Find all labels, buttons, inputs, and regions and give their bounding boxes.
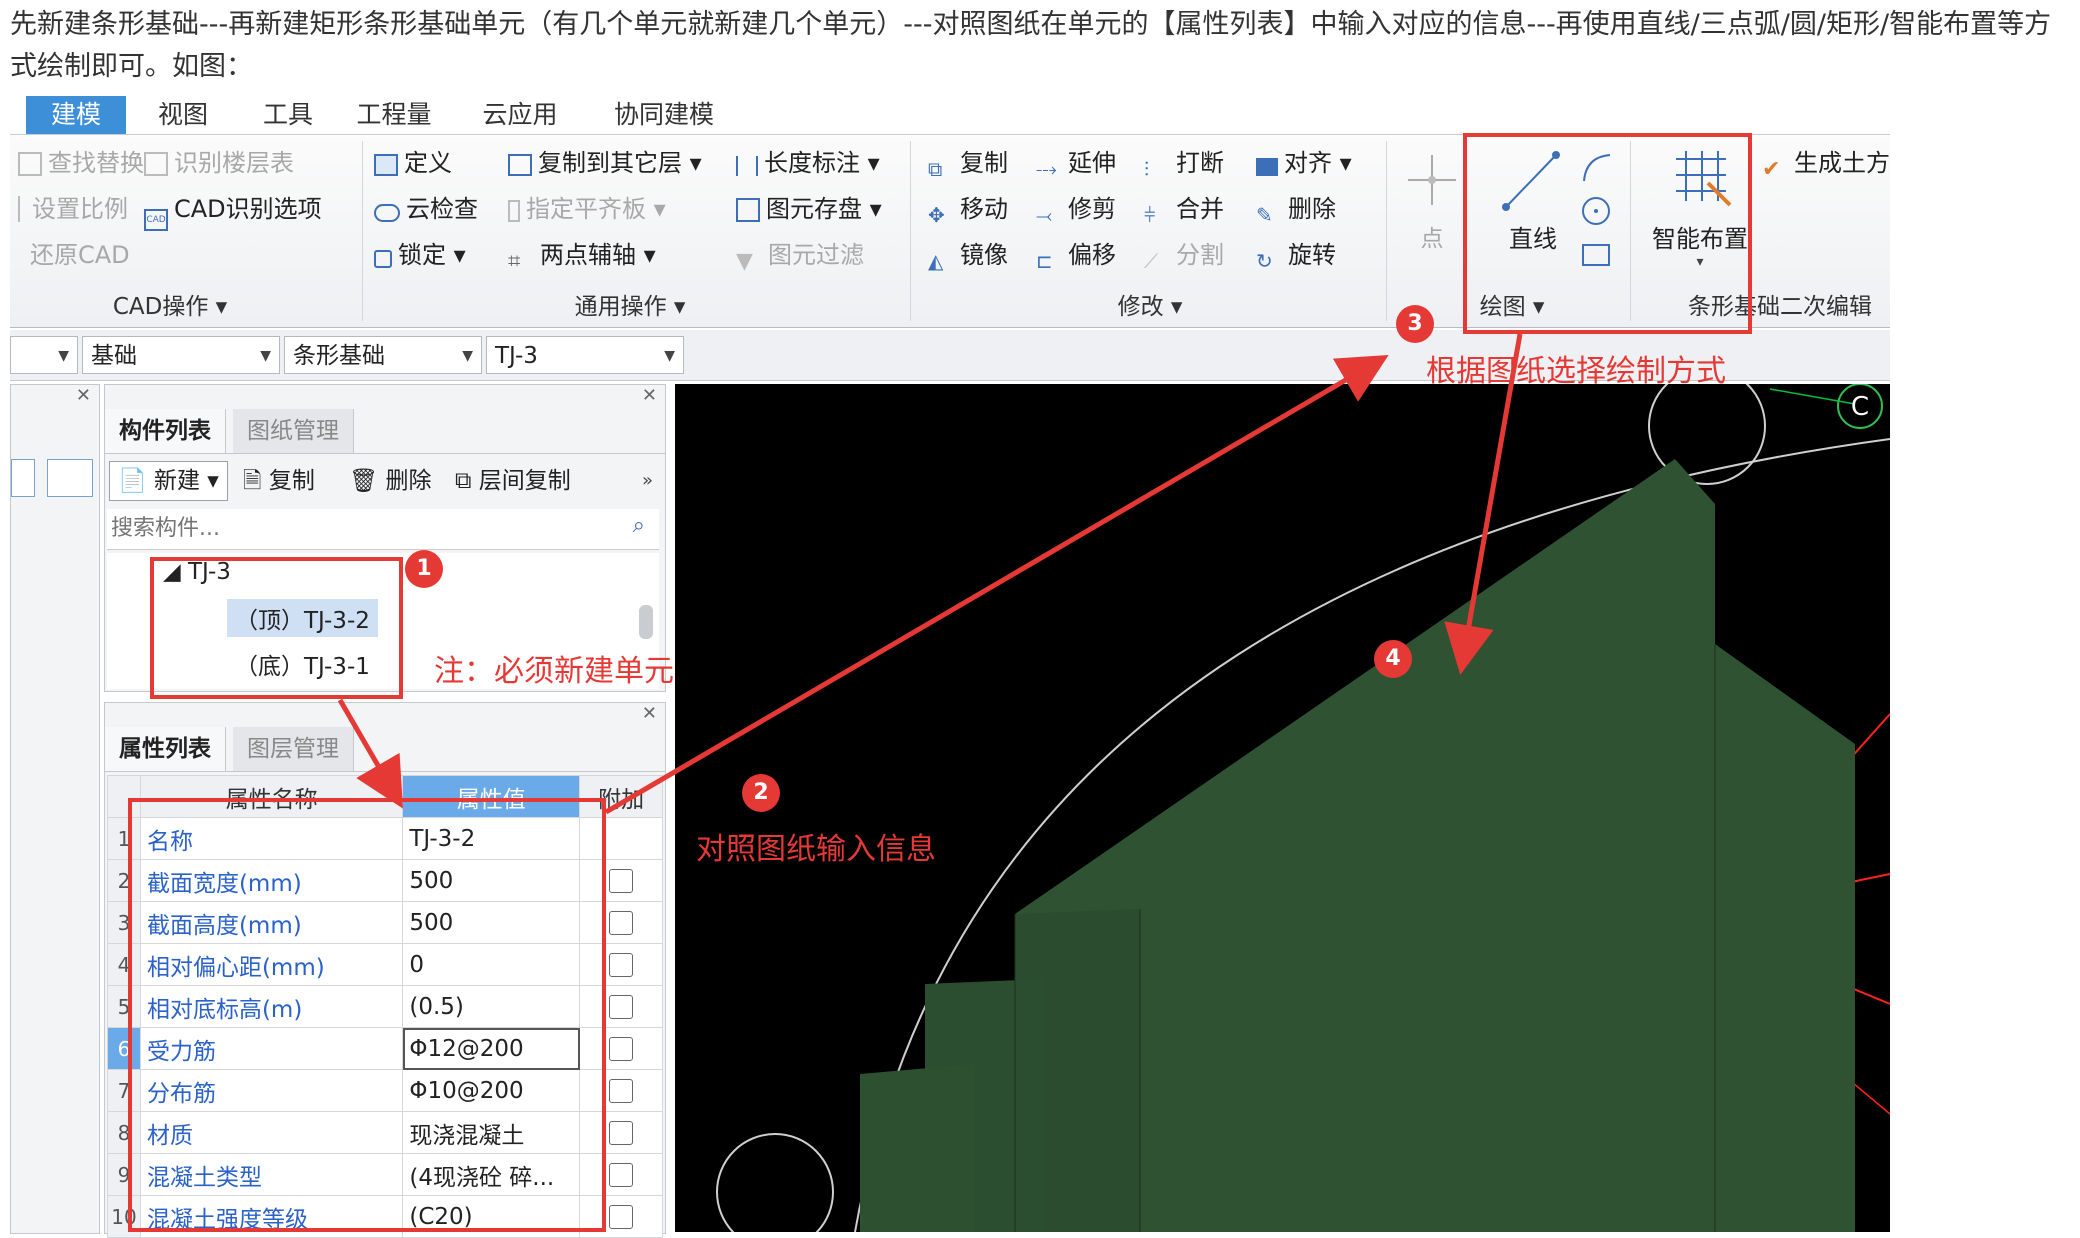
arrow-to-properties — [337, 698, 404, 809]
arrow-to-footing — [1444, 333, 1523, 675]
arrow-to-ribbon — [604, 354, 1389, 815]
annotation-arrows — [337, 333, 1523, 815]
